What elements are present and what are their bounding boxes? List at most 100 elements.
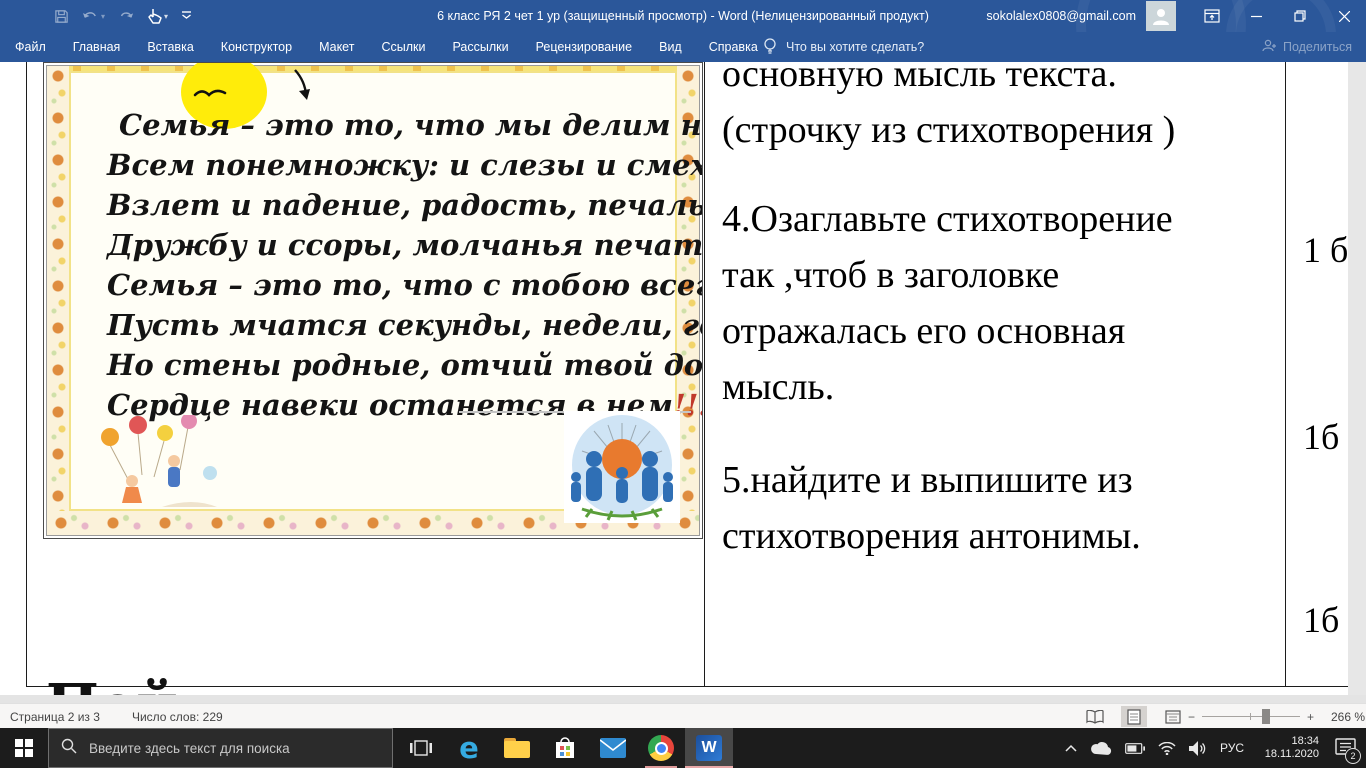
poem-image: Семья – это то, что мы делим на всех, Вс… [43, 62, 703, 539]
task-line: мысль. [722, 366, 835, 408]
zoom-in-button[interactable]: + [1307, 710, 1314, 724]
taskbar-app-icons: e W [397, 728, 733, 768]
taskbar-clock[interactable]: 18:34 18.11.2020 [1257, 735, 1319, 761]
ribbon-tab-row: Файл Главная Вставка Конструктор Макет С… [0, 32, 1366, 62]
table-border-left [26, 62, 27, 686]
poem-line: Семья – это то, что мы делим на всех, [119, 108, 702, 142]
print-layout-button[interactable] [1121, 706, 1147, 727]
tab-view[interactable]: Вид [659, 40, 682, 54]
onedrive-cloud-icon[interactable] [1090, 741, 1112, 755]
clock-time: 18:34 [1291, 735, 1319, 747]
status-bar: Страница 2 из 3 Число слов: 229 − + 266 … [0, 703, 1366, 729]
undo-caret-icon[interactable]: ▾ [101, 12, 105, 21]
taskbar-search[interactable] [48, 728, 393, 768]
tab-help[interactable]: Справка [709, 40, 758, 54]
task-line: отражалась его основная [722, 310, 1126, 352]
task-line: стихотворения антонимы. [722, 515, 1141, 557]
tab-insert[interactable]: Вставка [147, 40, 193, 54]
volume-icon[interactable] [1188, 740, 1207, 756]
zoom-slider-center-tick [1250, 713, 1252, 720]
diving-bird-icon [289, 69, 315, 110]
undo-button[interactable]: ▾ [82, 9, 105, 23]
save-icon[interactable] [54, 9, 69, 24]
word-window: ▾ ▾ 6 класс РЯ 2 чет 1 ур (защищенный пр… [0, 0, 1366, 768]
zoom-out-button[interactable]: − [1188, 710, 1195, 724]
points-cell: 1б [1303, 417, 1340, 457]
bird-icon [193, 86, 227, 107]
task-view-button[interactable] [397, 728, 445, 768]
tab-review[interactable]: Рецензирование [536, 40, 633, 54]
task-paragraph: 4.Озаглавьте стихотворение так ,чтоб в з… [722, 191, 1282, 415]
tab-mailings[interactable]: Рассылки [452, 40, 508, 54]
title-bar: ▾ ▾ 6 класс РЯ 2 чет 1 ур (защищенный пр… [0, 0, 1366, 110]
titlebar-right: sokolalex0808@gmail.com [986, 0, 1366, 32]
touch-mode-caret-icon[interactable]: ▾ [164, 12, 168, 21]
ribbon-tabs: Файл Главная Вставка Конструктор Макет С… [15, 32, 758, 62]
task-line: основную мысль текста. [722, 62, 1117, 95]
tell-me-label: Что вы хотите сделать? [786, 40, 925, 54]
status-bar-left: Страница 2 из 3 Число слов: 229 [10, 704, 223, 729]
search-icon [61, 738, 77, 759]
close-button[interactable] [1322, 0, 1366, 32]
word-taskbar-icon[interactable]: W [685, 728, 733, 768]
battery-icon[interactable] [1125, 742, 1145, 754]
system-tray: РУС 18:34 18.11.2020 2 [1065, 728, 1361, 768]
share-person-icon [1262, 38, 1277, 56]
tray-expand-chevron-icon[interactable] [1065, 744, 1077, 752]
task-line: так ,чтоб в заголовке [722, 254, 1060, 296]
clock-date: 18.11.2020 [1264, 748, 1319, 760]
edge-icon[interactable]: e [445, 728, 493, 768]
language-indicator[interactable]: РУС [1220, 741, 1244, 755]
search-input[interactable] [87, 739, 371, 757]
word-count[interactable]: Число слов: 229 [132, 710, 223, 724]
restore-button[interactable] [1278, 0, 1322, 32]
zoom-level[interactable]: 266 % [1321, 710, 1365, 724]
read-mode-button[interactable] [1082, 706, 1108, 727]
tab-layout[interactable]: Макет [319, 40, 354, 54]
children-balloons-clipart [92, 413, 237, 525]
minimize-button[interactable] [1234, 0, 1278, 32]
clipped-paragraph-start: Пой [46, 672, 178, 695]
document-bottom-gutter [0, 695, 1366, 703]
account-email[interactable]: sokolalex0808@gmail.com [986, 9, 1136, 23]
task-text-column: основную мысль текста. (строчку из стихо… [722, 62, 1282, 564]
document-canvas[interactable]: Семья – это то, что мы делим на всех, Вс… [0, 62, 1366, 695]
tab-design[interactable]: Конструктор [221, 40, 292, 54]
start-button[interactable] [0, 728, 48, 768]
poem-text: Семья – это то, что мы делим на всех, Вс… [107, 105, 703, 425]
web-layout-button[interactable] [1160, 706, 1186, 727]
lightbulb-icon [763, 37, 777, 58]
zoom-controls: − + 266 % [1188, 704, 1365, 729]
windows-taskbar: e W [0, 728, 1366, 768]
table-border-points [1285, 62, 1286, 686]
wifi-icon[interactable] [1158, 741, 1176, 755]
touch-mouse-mode-button[interactable]: ▾ [147, 8, 168, 25]
zoom-slider[interactable] [1202, 709, 1301, 724]
poem-line: Пусть мчатся секунды, недели, года, [107, 308, 703, 342]
tell-me-search[interactable]: Что вы хотите сделать? [763, 32, 924, 62]
view-shortcuts [1082, 705, 1186, 728]
account-avatar[interactable] [1146, 1, 1176, 31]
notification-center-button[interactable]: 2 [1332, 735, 1361, 764]
tab-home[interactable]: Главная [73, 40, 121, 54]
redo-button[interactable] [118, 9, 134, 23]
zoom-slider-thumb[interactable] [1262, 709, 1271, 724]
poem-line: Дружбу и ссоры, молчанья печать. [107, 228, 703, 262]
chrome-icon[interactable] [637, 728, 685, 768]
ribbon-display-options-button[interactable] [1190, 0, 1234, 32]
tab-references[interactable]: Ссылки [381, 40, 425, 54]
poem-line: Всем понемножку: и слезы и смех, [107, 148, 703, 182]
share-button[interactable]: Поделиться [1262, 32, 1352, 62]
poem-line: Но стены родные, отчий твой дом – [107, 348, 703, 382]
mail-icon[interactable] [589, 728, 637, 768]
microsoft-store-icon[interactable] [541, 728, 589, 768]
poem-line: Семья – это то, что с тобою всегда. [107, 268, 703, 302]
file-explorer-icon[interactable] [493, 728, 541, 768]
task-line: (строчку из стихотворения ) [722, 109, 1176, 151]
task-line: 4.Озаглавьте стихотворение [722, 198, 1173, 240]
share-label: Поделиться [1282, 40, 1352, 54]
page-indicator[interactable]: Страница 2 из 3 [10, 710, 100, 724]
customize-qat-button[interactable] [181, 10, 192, 22]
tab-file[interactable]: Файл [15, 40, 46, 54]
quick-access-toolbar: ▾ ▾ [54, 0, 192, 32]
